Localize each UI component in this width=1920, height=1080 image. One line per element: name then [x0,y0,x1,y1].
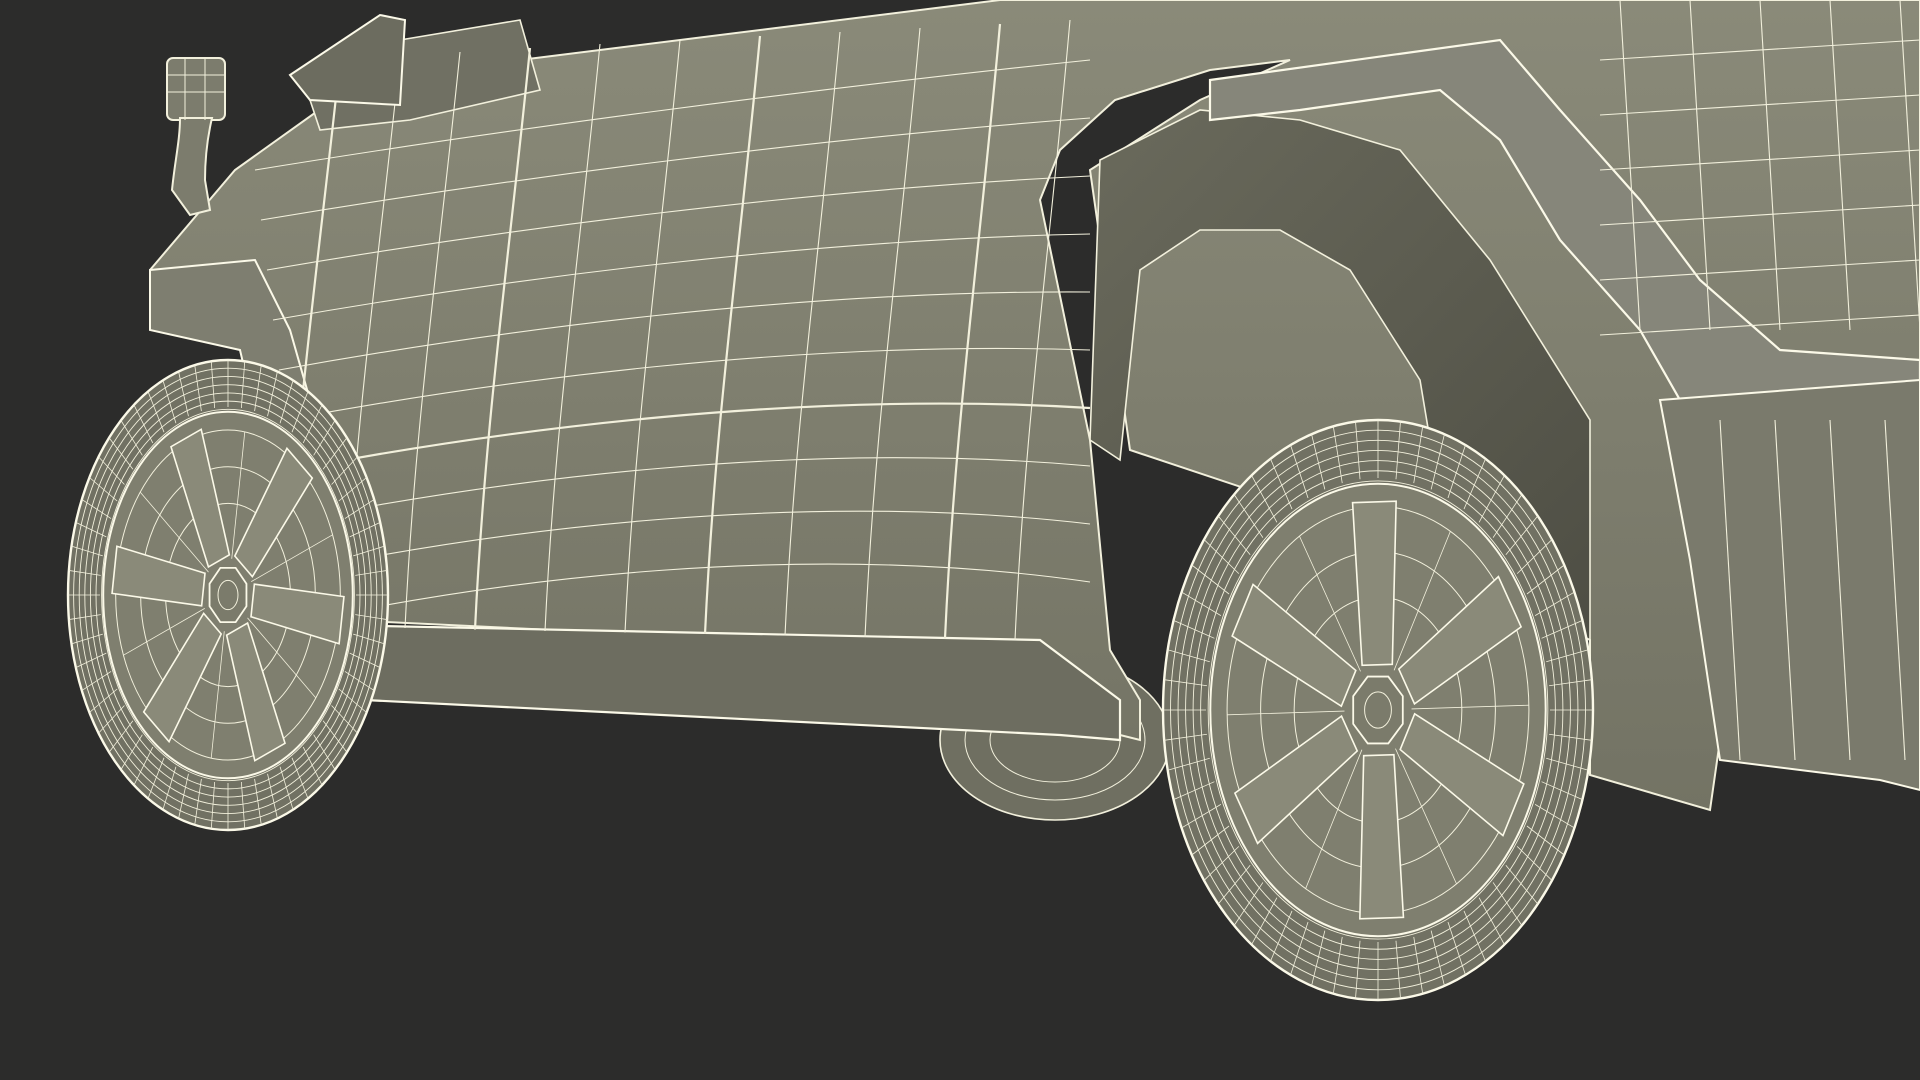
render-viewport [0,0,1920,1080]
front-wheel-icon [66,358,390,832]
wireframe-scene [0,0,1920,1080]
rear-wheel-icon [1161,418,1595,1002]
wheel-hub [1352,675,1404,745]
wheel-hub [208,567,248,623]
